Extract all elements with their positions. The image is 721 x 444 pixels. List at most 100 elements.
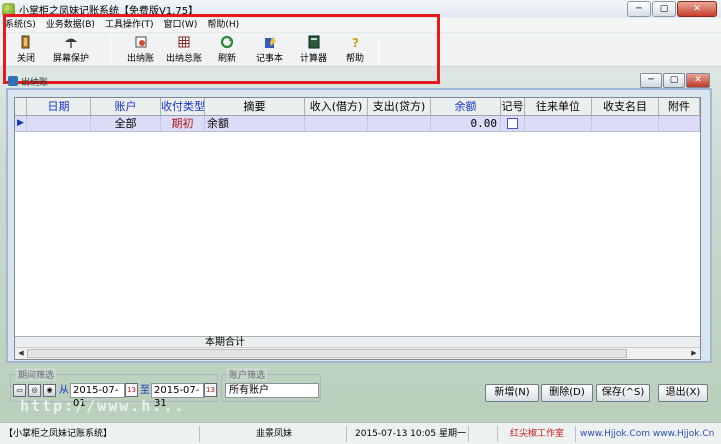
window-title: 小掌柜之凤妹记账系统【免费版V1.75】 — [19, 5, 199, 17]
scroll-thumb[interactable] — [27, 349, 627, 358]
cell-mark[interactable] — [501, 116, 525, 131]
toolbar-label: 关闭 — [17, 54, 36, 64]
col-header-mark[interactable]: 记号 — [501, 98, 525, 115]
col-header-category[interactable]: 收支名目 — [592, 98, 659, 115]
col-header-date[interactable]: 日期 — [27, 98, 91, 115]
row-indicator-header — [15, 98, 27, 115]
grid-header: 日期 账户 收付类型 摘要 收入(借方) 支出(贷方) 余额 记号 往来单位 收… — [15, 98, 700, 116]
to-label: 至 — [140, 385, 150, 396]
mark-checkbox[interactable] — [507, 118, 518, 129]
next-period-icon[interactable]: ◉ — [43, 384, 56, 397]
screensaver-button[interactable]: 屏幕保护 — [53, 35, 89, 64]
col-header-partner[interactable]: 往来单位 — [525, 98, 592, 115]
cell-expense[interactable] — [368, 116, 431, 131]
close-door-icon — [21, 35, 30, 49]
period-filter-label: 期间筛选 — [16, 368, 57, 381]
menu-bar: 系统(S) 业务数据(B) 工具操作(T) 窗口(W) 帮助(H) — [0, 18, 721, 32]
calculator-icon — [308, 35, 319, 49]
toolbar-label: 刷新 — [218, 54, 237, 64]
ledger-window-icon — [8, 76, 18, 86]
date-from-field[interactable]: 2015-07-01 — [70, 383, 125, 409]
scroll-right-icon[interactable]: ▶ — [688, 348, 700, 359]
child-restore-button[interactable]: ▢ — [663, 73, 685, 88]
menu-system[interactable]: 系统(S) — [0, 18, 41, 32]
col-header-attachment[interactable]: 附件 — [659, 98, 700, 115]
status-bar: 【小掌柜之凤妹记账系统】 韭景凤妹 2015-07-13 10:05 星期一 红… — [0, 422, 721, 444]
menu-business-data[interactable]: 业务数据(B) — [41, 18, 100, 32]
ledger-icon — [135, 36, 146, 48]
child-window-title: 出纳账 — [21, 77, 49, 88]
app-icon — [2, 2, 15, 16]
col-header-income[interactable]: 收入(借方) — [305, 98, 368, 115]
cell-balance[interactable]: 0.00 — [431, 116, 501, 131]
menu-tools[interactable]: 工具操作(T) — [100, 18, 159, 32]
cell-income[interactable] — [305, 116, 368, 131]
child-minimize-button[interactable]: ─ — [640, 73, 662, 88]
cashier-ledger-button[interactable]: 出纳账 — [127, 35, 154, 64]
toolbar-separator — [378, 36, 379, 63]
table-row[interactable]: ▶ 全部 期初 余额 0.00 — [15, 116, 700, 132]
maximize-button[interactable]: ▢ — [652, 1, 676, 17]
col-header-balance[interactable]: 余额 — [431, 98, 501, 115]
minimize-button[interactable]: ─ — [627, 1, 651, 17]
col-header-account[interactable]: 账户 — [91, 98, 161, 115]
notepad-icon — [264, 37, 276, 48]
status-datetime: 2015-07-13 10:05 星期一 — [347, 425, 469, 442]
cashier-general-ledger-button[interactable]: 出纳总账 — [166, 35, 202, 64]
calendar-from-icon[interactable]: 13 — [125, 383, 138, 397]
child-window-controls: ─ ▢ ✕ — [640, 73, 710, 88]
refresh-button[interactable]: 刷新 — [218, 35, 236, 64]
status-studio: 红尖椒工作室 — [498, 425, 576, 442]
toolbar-separator — [110, 36, 111, 63]
help-button[interactable]: ? 帮助 — [346, 35, 364, 64]
notepad-button[interactable]: 记事本 — [256, 35, 283, 64]
child-window-titlebar: 出纳账 ─ ▢ ✕ — [6, 73, 712, 88]
account-select[interactable]: 所有账户 — [225, 383, 319, 398]
current-period-icon[interactable]: ◎ — [28, 384, 41, 397]
from-label: 从 — [59, 385, 69, 396]
cell-type[interactable]: 期初 — [161, 116, 205, 131]
toolbar-label: 记事本 — [256, 54, 284, 64]
prev-period-icon[interactable]: ▭ — [13, 384, 26, 397]
cell-attachment[interactable] — [659, 116, 700, 131]
toolbar: 关闭 屏幕保护 出纳账 出纳总账 刷新 记事本 计算器 ? 帮助 — [0, 33, 721, 67]
menu-help[interactable]: 帮助(H) — [202, 18, 244, 32]
umbrella-icon — [65, 38, 77, 48]
exit-button[interactable]: 退出(X) — [658, 384, 708, 402]
date-to-field[interactable]: 2015-07-31 — [151, 383, 204, 409]
svg-text:?: ? — [352, 36, 359, 49]
close-toolbar-button[interactable]: 关闭 — [17, 35, 35, 64]
col-header-expense[interactable]: 支出(贷方) — [368, 98, 431, 115]
toolbar-label: 出纳总账 — [166, 54, 203, 64]
toolbar-label: 屏幕保护 — [53, 54, 90, 64]
cell-date[interactable] — [27, 116, 91, 131]
child-close-button[interactable]: ✕ — [686, 73, 710, 88]
toolbar-label: 出纳账 — [127, 54, 155, 64]
background-watermark: http://www.h... — [20, 397, 186, 415]
status-user: 韭景凤妹 — [200, 425, 347, 442]
cell-partner[interactable] — [525, 116, 592, 131]
cell-category[interactable] — [592, 116, 659, 131]
status-website[interactable]: www.Hjjok.Com www.Hjjok.Cn — [576, 426, 721, 442]
col-header-type[interactable]: 收付类型 — [161, 98, 205, 115]
ledger-grid: 日期 账户 收付类型 摘要 收入(借方) 支出(贷方) 余额 记号 往来单位 收… — [14, 97, 701, 360]
menu-window[interactable]: 窗口(W) — [158, 18, 202, 32]
account-filter-label: 账户筛选 — [227, 368, 268, 381]
col-header-summary[interactable]: 摘要 — [205, 98, 305, 115]
status-app-name: 【小掌柜之凤妹记账系统】 — [0, 425, 200, 442]
scroll-left-icon[interactable]: ◀ — [15, 348, 27, 359]
window-controls: ─ ▢ ✕ — [627, 1, 717, 17]
grid-ledger-icon — [178, 36, 190, 48]
calculator-button[interactable]: 计算器 — [300, 35, 327, 64]
close-window-button[interactable]: ✕ — [677, 1, 717, 17]
delete-button[interactable]: 删除(D) — [541, 384, 593, 402]
refresh-icon — [220, 35, 234, 49]
calendar-to-icon[interactable]: 13 — [204, 383, 217, 397]
row-marker: ▶ — [15, 116, 27, 131]
help-icon: ? — [352, 36, 359, 49]
save-button[interactable]: 保存(^S) — [596, 384, 650, 402]
cell-summary[interactable]: 余额 — [205, 116, 305, 131]
horizontal-scrollbar[interactable]: ◀ ▶ — [15, 347, 700, 359]
add-button[interactable]: 新增(N) — [485, 384, 539, 402]
cell-account[interactable]: 全部 — [91, 116, 161, 131]
